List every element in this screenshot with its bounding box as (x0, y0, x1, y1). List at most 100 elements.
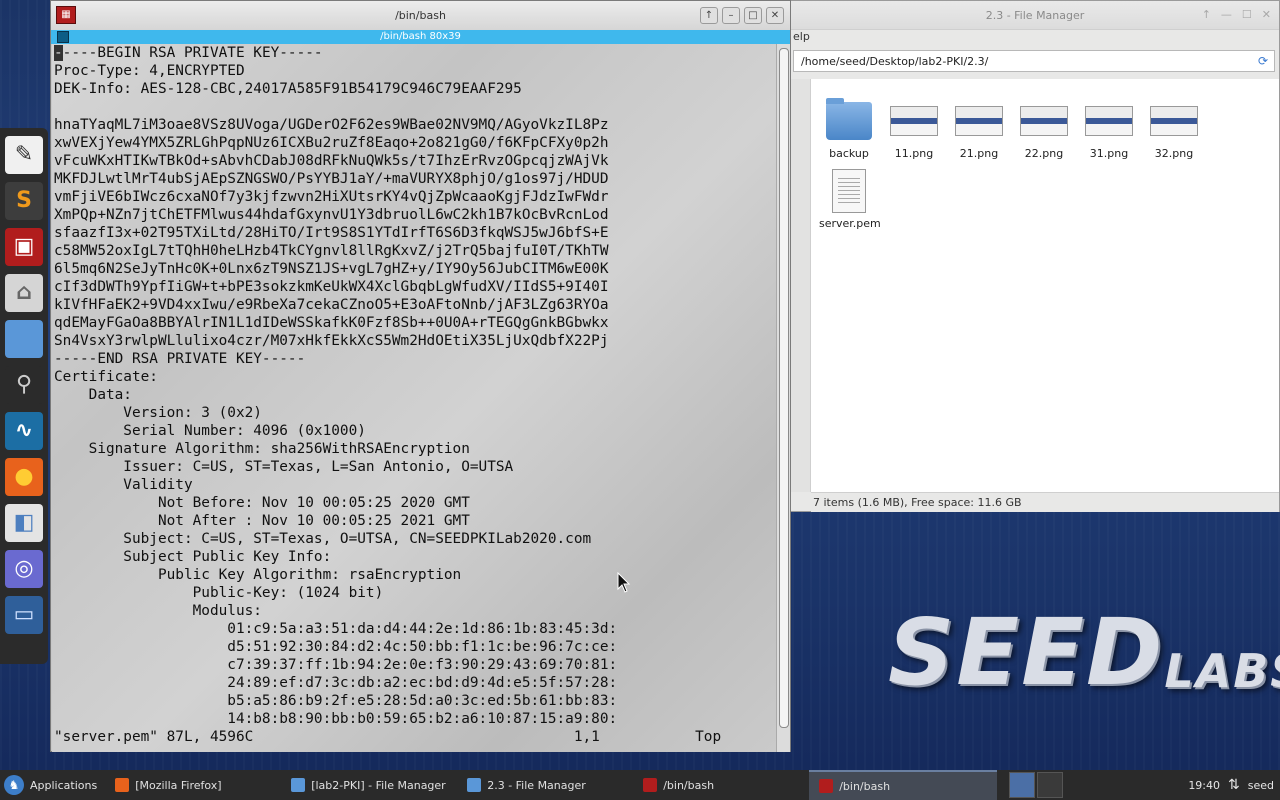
user-name[interactable]: seed (1248, 779, 1274, 792)
dock-item[interactable] (2, 316, 46, 361)
dock-item[interactable]: ▣ (2, 224, 46, 269)
terminal-window: ▦ /bin/bash ↑ – □ ✕ /bin/bash 80x39 ----… (50, 0, 791, 752)
pin-icon[interactable]: ↑ (1202, 8, 1211, 21)
seed-labs-logo: SEEDLABS (888, 599, 1280, 706)
dock-item[interactable]: ▭ (2, 592, 46, 637)
terminal-line: -----END RSA PRIVATE KEY----- (54, 351, 306, 367)
file-item[interactable]: 31.png (1079, 99, 1139, 160)
window-title: /bin/bash (395, 9, 446, 22)
terminal-line: Proc-Type: 4,ENCRYPTED (54, 63, 245, 79)
terminal-line: Version: 3 (0x2) (54, 405, 262, 421)
vim-status-line: "server.pem" 87L, 4596C 1,1 Top (54, 729, 722, 745)
file-manager-titlebar[interactable]: 2.3 - File Manager ↑ — ☐ ✕ (791, 1, 1279, 30)
file-item[interactable]: 11.png (884, 99, 944, 160)
maximize-button[interactable]: □ (744, 7, 762, 24)
terminal-line: -----BEGIN RSA PRIVATE KEY----- (54, 45, 323, 61)
dock-item[interactable]: ● (2, 454, 46, 499)
dock-item[interactable]: ⚲ (2, 362, 46, 407)
image-thumbnail (1085, 106, 1133, 136)
file-item[interactable]: server.pem (819, 169, 881, 230)
taskbar-task[interactable]: /bin/bash (633, 770, 809, 800)
image-thumbnail (1150, 106, 1198, 136)
taskbar-task[interactable]: [lab2-PKI] - File Manager (281, 770, 457, 800)
clock[interactable]: 19:40 (1188, 779, 1220, 792)
task-icon (467, 778, 482, 792)
tab-label: /bin/bash 80x39 (380, 31, 461, 42)
terminal-line: sfaazfI3x+02T95TXiLtd/28HiTO/Irt9S8S1YTd… (54, 225, 609, 241)
terminal-line: Issuer: C=US, ST=Texas, L=San Antonio, O… (54, 459, 514, 475)
terminal-line: Public Key Algorithm: rsaEncryption (54, 567, 462, 583)
reload-icon[interactable]: ⟳ (1258, 54, 1268, 68)
terminal-line: qdEMayFGaOa8BBYAlrIN1L1dIDeWSSkafkK0Fzf8… (54, 315, 609, 331)
terminal-line: vFcuWKxHTIKwTBkOd+sAbvhCDabJ08dRFkNuQWk5… (54, 153, 609, 169)
dock-item[interactable]: ◎ (2, 546, 46, 591)
dock-item[interactable]: ⌂ (2, 270, 46, 315)
taskbar-task[interactable]: /bin/bash (809, 770, 998, 800)
dock-item[interactable]: S (2, 178, 46, 223)
taskbar-task[interactable]: 2.3 - File Manager (457, 770, 633, 800)
file-item[interactable]: 32.png (1144, 99, 1204, 160)
file-label: 22.png (1024, 147, 1064, 160)
file-manager-window: 2.3 - File Manager ↑ — ☐ ✕ elp /home/see… (790, 0, 1280, 512)
terminal-line: xwVEXjYew4YMX5ZRLGhPqpNUz6ICXBu2ruZf8Eaq… (54, 135, 609, 151)
task-label: /bin/bash (663, 778, 715, 792)
terminal-line: 01:c9:5a:a3:51:da:d4:44:2e:1d:86:1b:83:4… (54, 621, 618, 637)
task-icon (291, 778, 306, 792)
terminal-tab[interactable]: /bin/bash 80x39 (51, 30, 790, 44)
menu-help[interactable]: elp (791, 30, 1279, 46)
terminal-line: Data: (54, 387, 132, 403)
path-input[interactable]: /home/seed/Desktop/lab2-PKI/2.3/ (801, 55, 988, 68)
terminal-line: 24:89:ef:d7:3c:db:a2:ec:bd:d9:4d:e5:5f:5… (54, 675, 618, 691)
dock-item[interactable]: ∿ (2, 408, 46, 453)
side-pane-handle[interactable] (791, 79, 811, 492)
terminal-titlebar[interactable]: ▦ /bin/bash ↑ – □ ✕ (51, 1, 790, 30)
terminal-line: Signature Algorithm: sha256WithRSAEncryp… (54, 441, 470, 457)
image-thumbnail (890, 106, 938, 136)
path-bar[interactable]: /home/seed/Desktop/lab2-PKI/2.3/ ⟳ (793, 50, 1275, 72)
close-button[interactable]: ✕ (766, 7, 784, 24)
terminal-line: c7:39:37:ff:1b:94:2e:0e:f3:90:29:43:69:7… (54, 657, 618, 673)
terminal-line: cIf3dDWTh9YpfIiGW+t+bPE3sokzkmKeUkWX4Xcl… (54, 279, 609, 295)
maximize-button[interactable]: ☐ (1242, 8, 1252, 21)
display-icon: ▭ (5, 595, 43, 634)
file-label: 32.png (1154, 147, 1194, 160)
folder-icon (5, 319, 43, 358)
scrollbar-thumb[interactable] (779, 48, 789, 728)
terminal-line: Modulus: (54, 603, 262, 619)
settings-icon: ◧ (5, 503, 43, 542)
terminal-line: hnaTYaqML7iM3oae8VSz8UVoga/UGDerO2F62es9… (54, 117, 609, 133)
file-label: backup (829, 147, 869, 160)
terminal-line: 6l5mq6N2SeJyTnHc0K+0Lnx6zT9NSZ1JS+vgL7gH… (54, 261, 609, 277)
workspace-1[interactable] (1009, 772, 1036, 798)
file-item[interactable]: 22.png (1014, 99, 1074, 160)
pin-icon[interactable]: ↑ (700, 7, 718, 24)
network-status-icon[interactable]: ⇅ (1228, 777, 1240, 793)
folder-icon (826, 98, 872, 140)
task-icon (643, 778, 658, 792)
workspace-switcher[interactable] (1009, 772, 1064, 798)
dock-item[interactable]: ✎ (2, 132, 46, 177)
applications-menu[interactable]: ♞ Applications (0, 770, 105, 800)
mouse-pointer-icon (617, 572, 631, 593)
terminal-app-icon[interactable]: ▦ (56, 6, 76, 24)
tab-icon (57, 31, 69, 43)
terminal-line: c58MW52oxIgL7tTQhH0heLHzb4TkCYgnvl8llRgK… (54, 243, 609, 259)
file-item[interactable]: backup (819, 98, 879, 160)
applications-label: Applications (30, 778, 98, 792)
minimize-button[interactable]: — (1221, 8, 1232, 21)
task-icon (819, 779, 834, 793)
terminal-line: Not Before: Nov 10 00:05:25 2020 GMT (54, 495, 470, 511)
terminal-line: vmFjiVE6bIWcz6cxaNOf7y3kjfzwvn2HiXUtsrKY… (54, 189, 609, 205)
taskbar-task[interactable]: [Mozilla Firefox] (105, 770, 281, 800)
terminal-output[interactable]: -----BEGIN RSA PRIVATE KEY----- Proc-Type… (52, 44, 776, 752)
minimize-button[interactable]: – (722, 7, 740, 24)
file-item[interactable]: 21.png (949, 99, 1009, 160)
close-button[interactable]: ✕ (1262, 8, 1271, 21)
terminal-line: Certificate: (54, 369, 158, 385)
xfce-mouse-icon: ♞ (4, 775, 24, 795)
scrollbar[interactable] (776, 44, 790, 752)
dock-item[interactable]: ◧ (2, 500, 46, 545)
workspace-2[interactable] (1037, 772, 1064, 798)
home-folder-icon: ⌂ (5, 273, 43, 312)
text-cursor: - (54, 45, 63, 61)
